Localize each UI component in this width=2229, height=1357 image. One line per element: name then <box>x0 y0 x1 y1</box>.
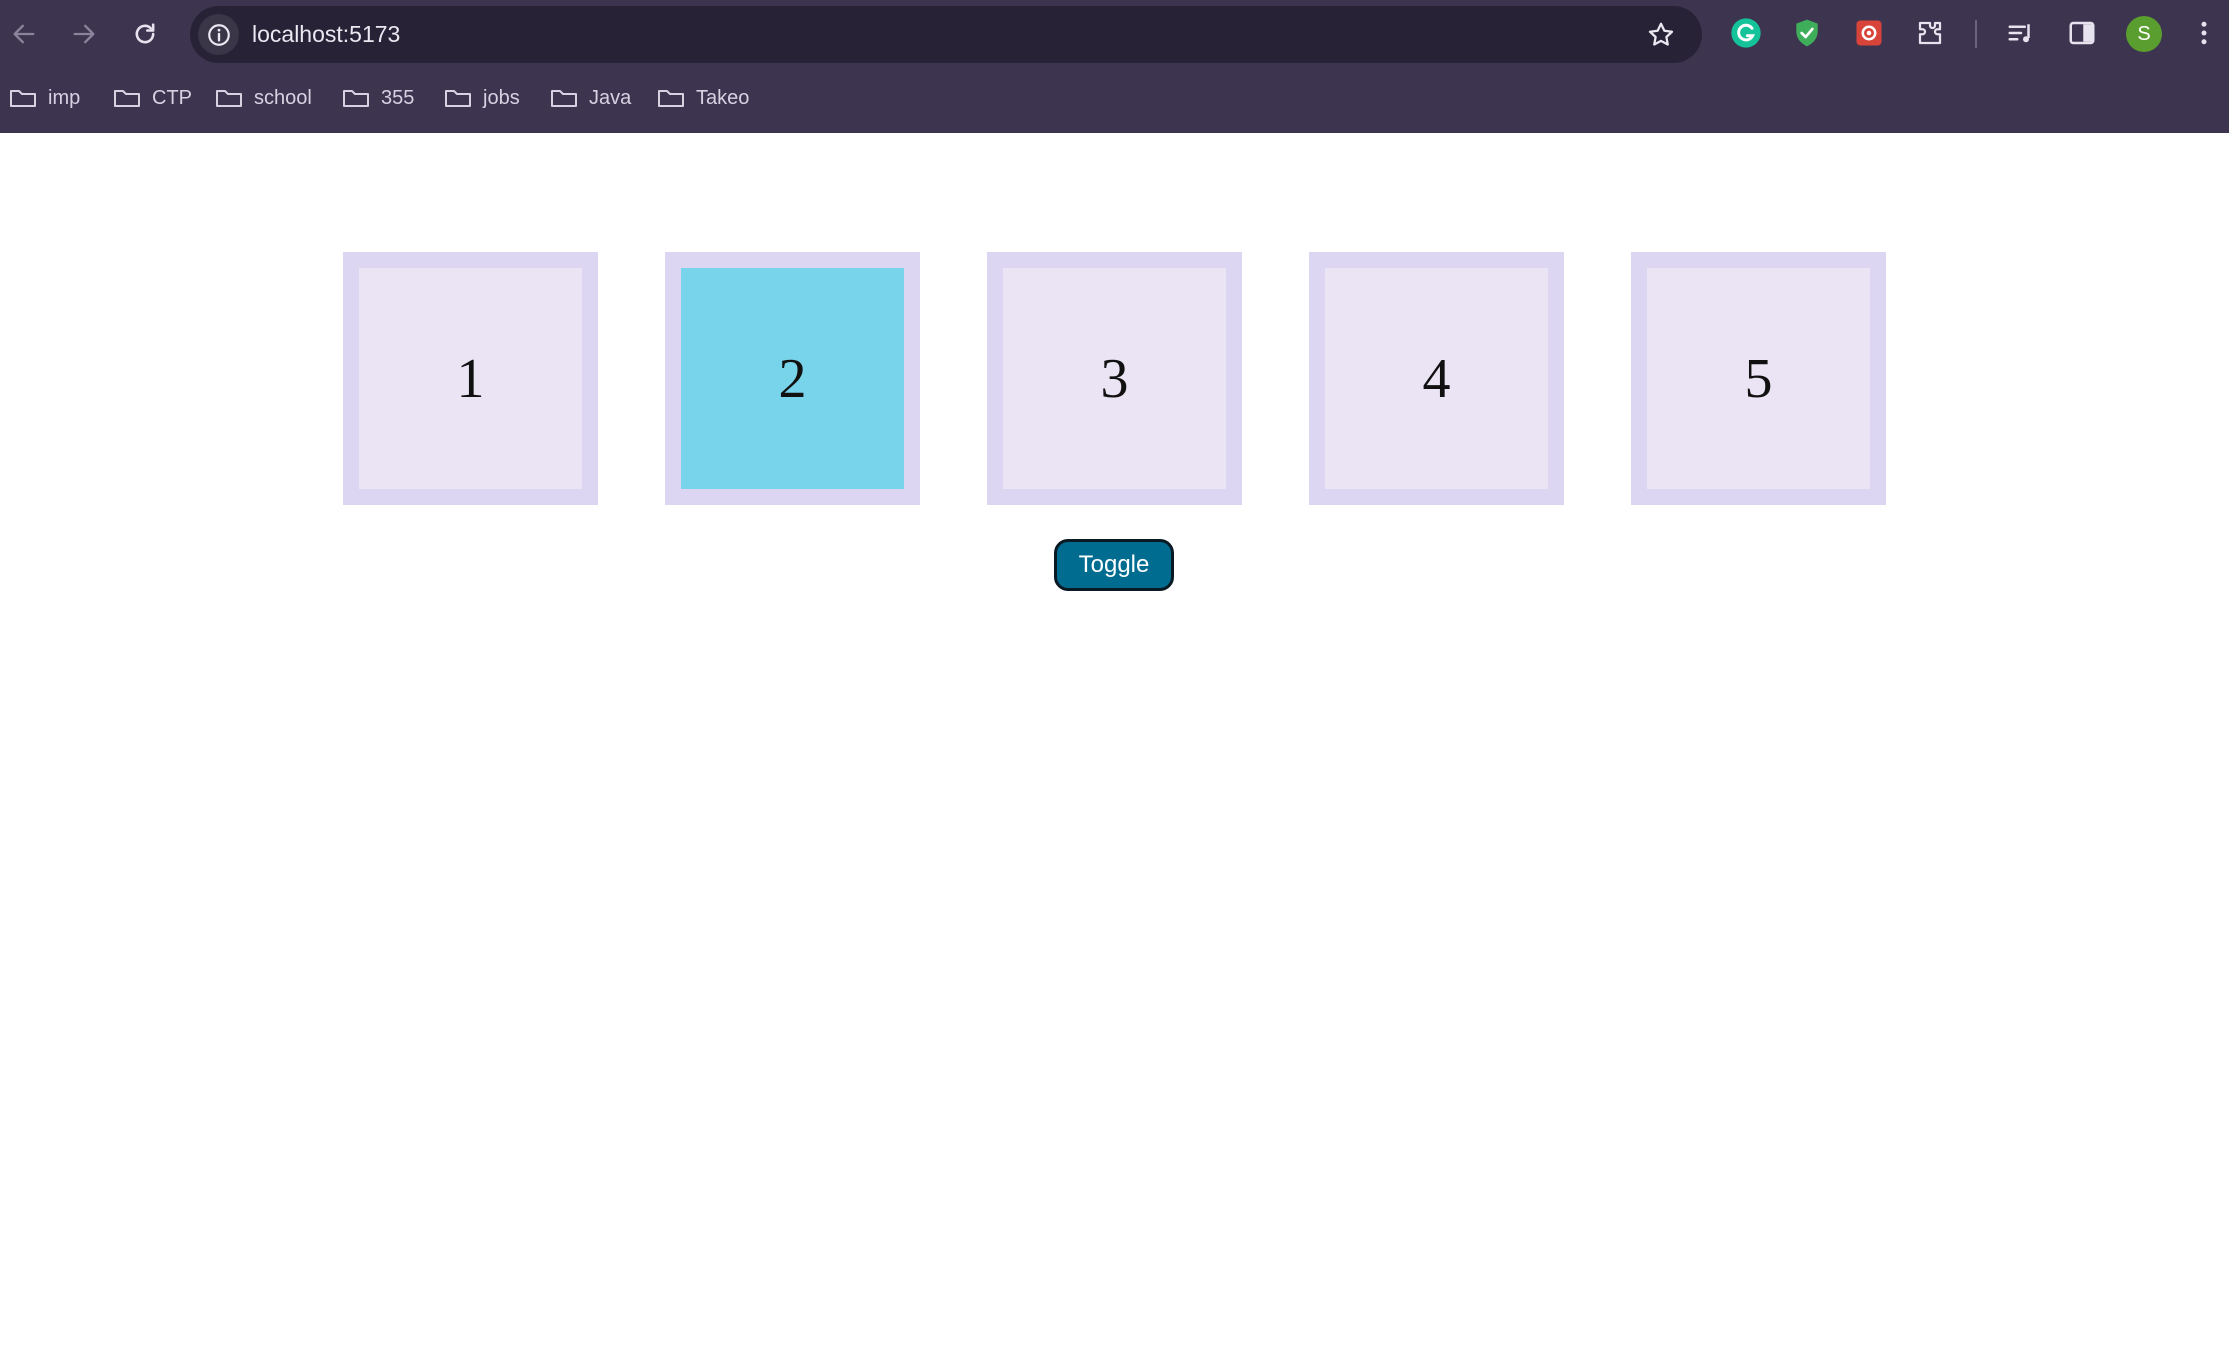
folder-icon <box>114 90 140 107</box>
bookmark-label: 355 <box>381 86 415 109</box>
bookmark-folder[interactable]: school <box>214 76 312 120</box>
folder-icon <box>445 90 471 107</box>
number-box[interactable]: 5 <box>1631 252 1886 505</box>
forward-button[interactable] <box>64 14 104 54</box>
browser-menu-button[interactable] <box>2186 15 2222 51</box>
side-panel-icon <box>2069 21 2095 45</box>
bookmark-label: imp <box>48 86 81 109</box>
bookmarks-bar: imp CTP school 355 jobs Java Takeo <box>0 76 2229 120</box>
folder-icon <box>658 90 684 107</box>
folder-icon <box>10 90 36 107</box>
forward-arrow-icon <box>73 24 95 44</box>
page-content: 12345 Toggle <box>0 133 2229 1357</box>
folder-icon <box>216 90 242 107</box>
bookmark-star-icon[interactable] <box>1646 20 1676 50</box>
bookmark-folder[interactable]: Takeo <box>656 76 749 120</box>
extensions-puzzle-icon <box>1918 21 1942 45</box>
number-box[interactable]: 3 <box>987 252 1242 505</box>
address-bar[interactable]: localhost:5173 <box>190 6 1702 63</box>
back-button[interactable] <box>4 14 44 54</box>
grammarly-icon <box>1731 18 1761 48</box>
reload-button[interactable] <box>125 14 165 54</box>
red-extension-icon <box>1856 20 1882 46</box>
url-text[interactable]: localhost:5173 <box>252 6 400 63</box>
browser-chrome: localhost:5173 S imp CTP school 355 jobs… <box>0 0 2229 133</box>
reading-list-button[interactable] <box>2003 15 2039 51</box>
bookmark-folder[interactable]: Java <box>549 76 631 120</box>
toolbar-separator <box>1975 20 1977 48</box>
grammarly-extension[interactable] <box>1728 15 1764 51</box>
number-box[interactable]: 2 <box>665 252 920 505</box>
folder-icon <box>343 90 369 107</box>
extensions-button[interactable] <box>1912 15 1948 51</box>
bookmark-folder[interactable]: imp <box>8 76 80 120</box>
number-box[interactable]: 4 <box>1309 252 1564 505</box>
reload-icon <box>135 23 155 44</box>
shield-extension-icon <box>1796 19 1818 47</box>
bookmark-label: Takeo <box>696 86 750 109</box>
site-info-icon <box>207 23 230 46</box>
number-box[interactable]: 1 <box>343 252 598 505</box>
toggle-button[interactable]: Toggle <box>1054 539 1174 591</box>
back-arrow-icon <box>13 24 35 44</box>
profile-avatar[interactable]: S <box>2126 16 2162 52</box>
site-info-button[interactable] <box>198 14 239 55</box>
red-extension[interactable] <box>1851 15 1887 51</box>
bookmark-label: CTP <box>152 86 192 109</box>
bookmark-label: Java <box>589 86 632 109</box>
bookmark-folder[interactable]: 355 <box>341 76 414 120</box>
bookmark-label: school <box>254 86 312 109</box>
browser-toolbar: localhost:5173 S <box>0 0 2229 68</box>
bookmark-label: jobs <box>483 86 520 109</box>
side-panel-button[interactable] <box>2064 15 2100 51</box>
shield-extension[interactable] <box>1789 15 1825 51</box>
folder-icon <box>551 90 577 107</box>
menu-kebab-icon <box>2201 21 2207 45</box>
bookmark-folder[interactable]: CTP <box>112 76 192 120</box>
reading-list-icon <box>2008 24 2030 43</box>
bookmark-folder[interactable]: jobs <box>443 76 520 120</box>
